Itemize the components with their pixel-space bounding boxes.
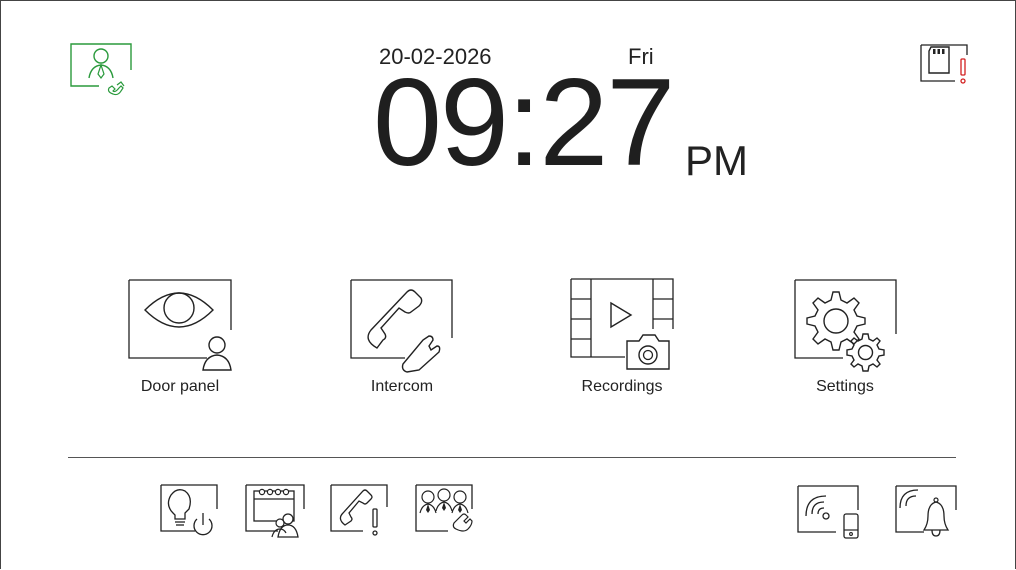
recordings-button[interactable] (569, 277, 677, 373)
divider (68, 457, 956, 458)
wireless-bell-icon[interactable] (894, 484, 960, 542)
settings-label: Settings (816, 378, 874, 395)
clock-time: 09:27 (373, 54, 675, 192)
group-call-icon[interactable] (414, 483, 476, 541)
wifi-phone-icon[interactable] (796, 484, 862, 542)
settings-button[interactable] (793, 278, 899, 374)
missed-call-icon[interactable] (329, 483, 391, 541)
door-panel-button[interactable] (127, 278, 235, 374)
home-screen: 20-02-2026 Fri 09:27 PM Door panel Inter… (0, 0, 1016, 569)
intercom-button[interactable] (349, 278, 455, 374)
light-power-icon[interactable] (159, 483, 221, 541)
door-panel-label: Door panel (140, 378, 220, 395)
clock-ampm: PM (685, 137, 748, 184)
calendar-users-icon[interactable] (244, 483, 310, 541)
intercom-label: Intercom (370, 378, 434, 395)
recordings-label: Recordings (581, 378, 663, 395)
doorman-call-icon[interactable] (69, 42, 139, 97)
sd-card-alert-icon[interactable] (919, 41, 971, 89)
